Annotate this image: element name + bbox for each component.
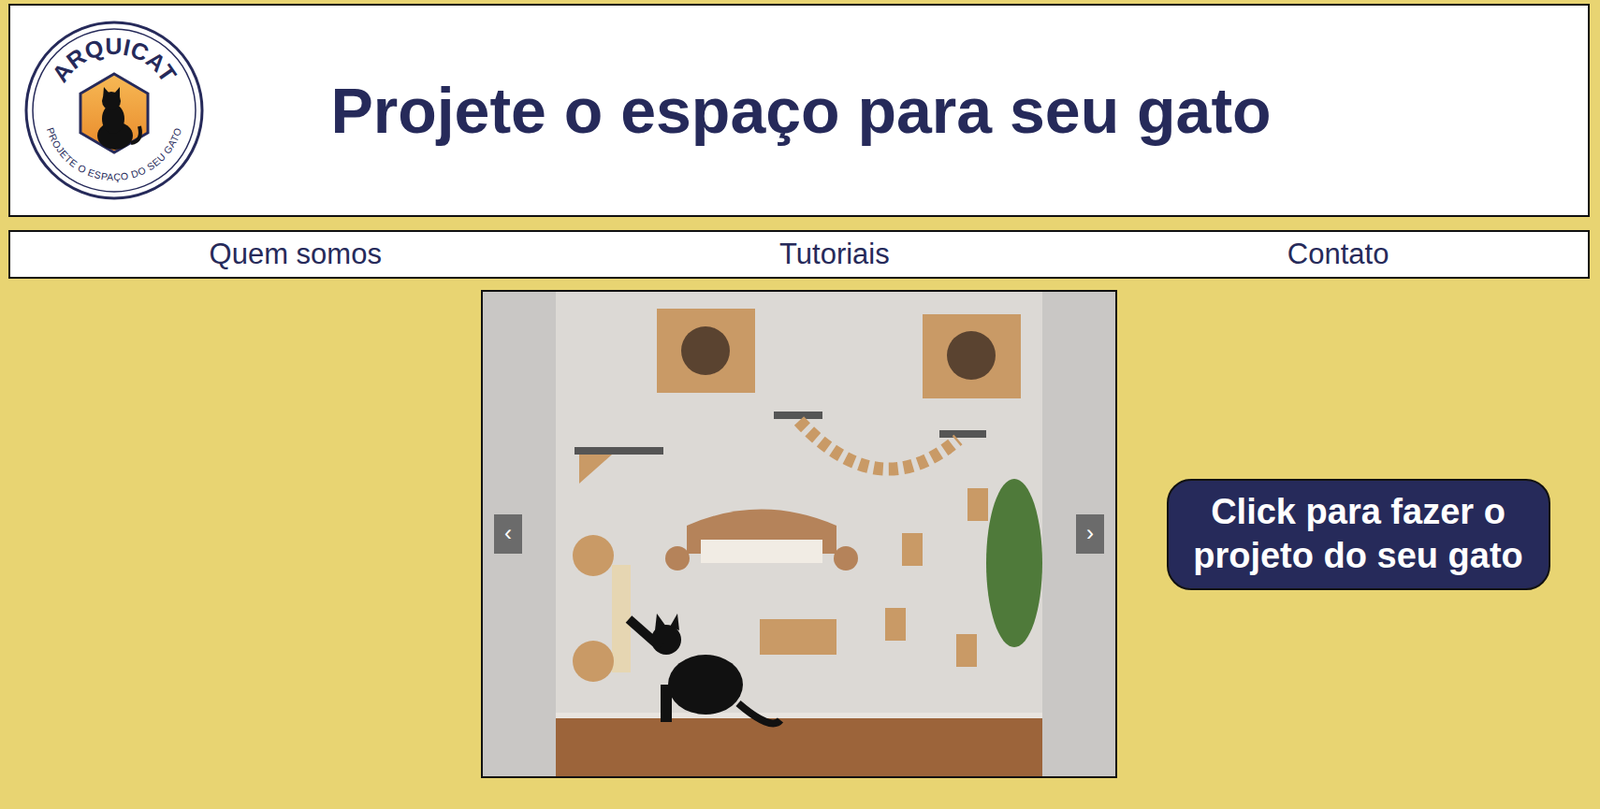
photo-carousel: ‹ › — [480, 290, 1118, 779]
logo-tagline: PROJETE O ESPAÇO DO SEU GATO — [44, 126, 185, 183]
cat-shelves-photo-icon — [555, 291, 1043, 777]
svg-text:ARQUICAT: ARQUICAT — [46, 32, 183, 88]
site-header: ARQUICAT PROJETE O ESPAÇO DO SEU GATO Pr… — [8, 3, 1590, 218]
nav-link[interactable]: Tutoriais — [779, 236, 890, 272]
svg-text:PROJETE O ESPAÇO DO SEU GATO: PROJETE O ESPAÇO DO SEU GATO — [44, 126, 185, 183]
next-button[interactable]: › — [1076, 514, 1105, 554]
page-title: Projete o espaço para seu gato — [204, 73, 1575, 147]
logo-brand: ARQUICAT — [46, 32, 183, 88]
nav-link[interactable]: Contato — [1287, 236, 1390, 272]
arquicat-logo-icon[interactable]: ARQUICAT PROJETE O ESPAÇO DO SEU GATO — [23, 19, 205, 202]
nav-link[interactable]: Quem somos — [209, 236, 382, 272]
project-button[interactable]: Click para fazer o projeto do seu gato — [1166, 479, 1551, 591]
prev-button[interactable]: ‹ — [494, 514, 523, 554]
main-nav: Quem somos Tutoriais Contato — [8, 230, 1590, 279]
main-area: ‹ › Click para fazer o projeto do seu ga… — [8, 290, 1590, 779]
